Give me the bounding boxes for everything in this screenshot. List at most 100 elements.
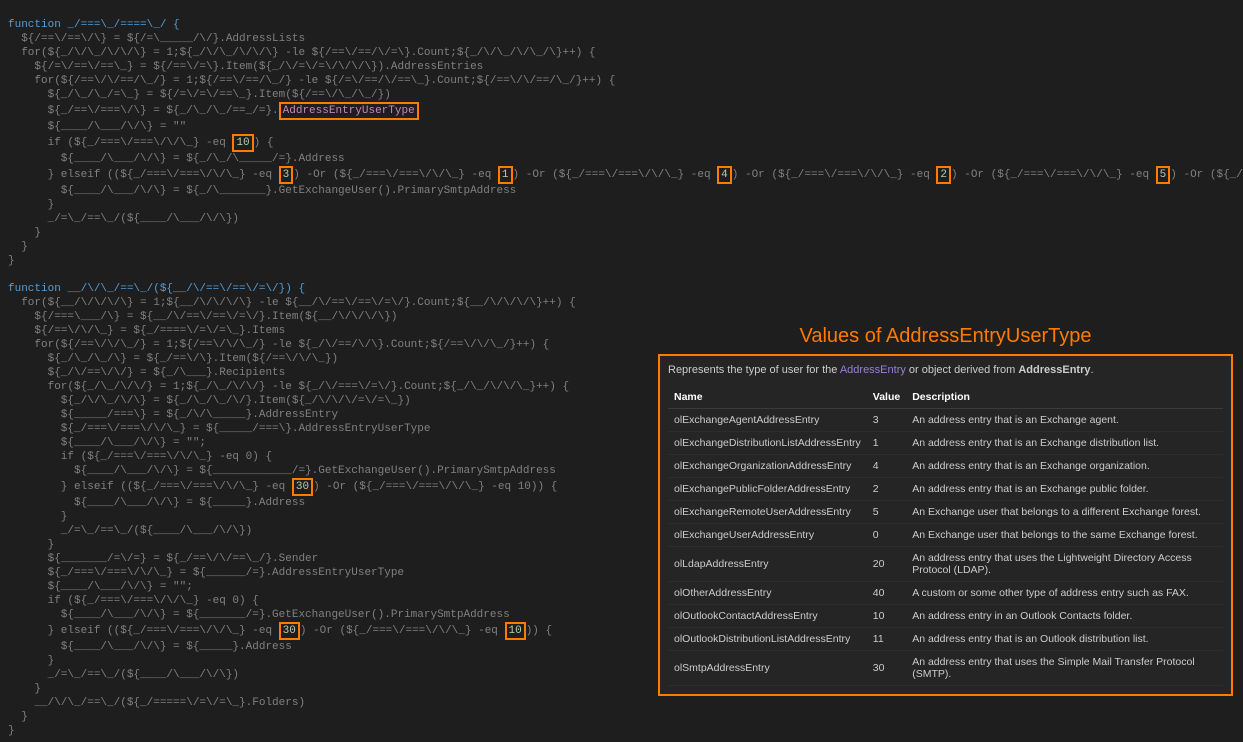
highlight-30: 30: [292, 478, 313, 496]
code-line: }: [8, 255, 15, 267]
code-line: for(${/==\/\/==/\_/} = 1;${/==\/==/\_/} …: [8, 75, 615, 87]
code-line: }: [8, 711, 28, 723]
code-line: for(${_/\/\_/\/\/\} = 1;${_/\/\_/\/\/\} …: [8, 47, 596, 59]
enum-name: olExchangeUserAddressEntry: [668, 524, 867, 547]
code-line: ${____/\___/\/\} = ${_____}.Address: [8, 641, 292, 653]
enum-desc: An Exchange user that belongs to the sam…: [906, 524, 1223, 547]
panel-box: Represents the type of user for the Addr…: [658, 354, 1233, 696]
enum-name: olOutlookContactAddressEntry: [668, 605, 867, 628]
enum-value: 3: [867, 409, 906, 432]
code-line: ${_/\/==\/\/} = ${_/\___}.Recipients: [8, 367, 285, 379]
code-line: __/\/\_/==\_/(${_/=====\/=\/=\_}.Folders…: [8, 697, 305, 709]
table-row: olExchangeOrganizationAddressEntry4An ad…: [668, 455, 1223, 478]
enum-value: 4: [867, 455, 906, 478]
enum-value: 10: [867, 605, 906, 628]
code-line: ${_______/=\/=} = ${_/==\/\/==\_/}.Sende…: [8, 553, 318, 565]
enum-name: olOtherAddressEntry: [668, 582, 867, 605]
code-line: } elseif ((${_/===\/===\/\/\_} -eq 30) -…: [8, 625, 552, 637]
enum-desc: A custom or some other type of address e…: [906, 582, 1223, 605]
code-line: }: [8, 539, 54, 551]
code-line: ${/===\___/\} = ${__/\/==\/==\/=\/}.Item…: [8, 311, 397, 323]
table-row: olSmtpAddressEntry30An address entry tha…: [668, 651, 1223, 686]
highlight-10-b: 10: [505, 622, 526, 640]
code-line: ${____/\___/\/\} = ${_______/=}.GetExcha…: [8, 609, 510, 621]
code-line: ${_/===\/===\/\/\_} = ${_____/===\}.Addr…: [8, 423, 430, 435]
enum-value: 5: [867, 501, 906, 524]
code-line: _/=\_/==\_/(${____/\___/\/\}): [8, 213, 239, 225]
code-line: } elseif ((${_/===\/===\/\/\_} -eq 3) -O…: [8, 169, 1243, 181]
table-row: olExchangePublicFolderAddressEntry2An ad…: [668, 478, 1223, 501]
enum-desc: An address entry that uses the Simple Ma…: [906, 651, 1223, 686]
enum-desc: An address entry that is an Exchange pub…: [906, 478, 1223, 501]
table-row: olExchangeDistributionListAddressEntry1A…: [668, 432, 1223, 455]
enum-value: 20: [867, 547, 906, 582]
enum-desc: An address entry that uses the Lightweig…: [906, 547, 1223, 582]
code-line: }: [8, 511, 67, 523]
enum-table: Name Value Description olExchangeAgentAd…: [668, 386, 1223, 686]
enum-name: olExchangePublicFolderAddressEntry: [668, 478, 867, 501]
code-line: _/=\_/==\_/(${____/\___/\/\}): [8, 525, 252, 537]
highlight-1: 1: [498, 166, 513, 184]
table-row: olOtherAddressEntry40A custom or some ot…: [668, 582, 1223, 605]
code-line: if (${_/===\/===\/\/\_} -eq 0) {: [8, 451, 272, 463]
code-line: ${_/\/\_/\/\} = ${_/\_/\_/\/}.Item(${_/\…: [8, 395, 411, 407]
enum-value: 1: [867, 432, 906, 455]
code-line: ${____/\___/\/\} = ${_/\_/\_____/=}.Addr…: [8, 153, 345, 165]
table-row: olExchangeAgentAddressEntry3An address e…: [668, 409, 1223, 432]
enum-desc: An address entry that is an Outlook dist…: [906, 628, 1223, 651]
enum-name: olExchangeAgentAddressEntry: [668, 409, 867, 432]
code-line: ${____/\___/\/\} = "";: [8, 581, 193, 593]
table-row: olExchangeRemoteUserAddressEntry5An Exch…: [668, 501, 1223, 524]
code-line: }: [8, 227, 41, 239]
enum-name: olExchangeOrganizationAddressEntry: [668, 455, 867, 478]
code-line: }: [8, 655, 54, 667]
code-line: } elseif ((${_/===\/===\/\/\_} -eq 30) -…: [8, 481, 557, 493]
code-line: ${/==\/==\/\} = ${/=\_____/\/}.AddressLi…: [8, 33, 305, 45]
code-line: function _/===\_/====\_/ {: [8, 19, 180, 31]
code-line: ${____/\___/\/\} = "";: [8, 437, 206, 449]
code-line: for(${/==\/\/\_/} = 1;${/==\/\/\_/} -le …: [8, 339, 549, 351]
table-row: olExchangeUserAddressEntry0An Exchange u…: [668, 524, 1223, 547]
enum-value: 40: [867, 582, 906, 605]
highlight-3: 3: [279, 166, 294, 184]
code-line: function __/\/\_/==\_/(${__/\/==\/==\/=\…: [8, 283, 305, 295]
code-line: for(${_/\_/\/\/} = 1;${_/\_/\/\/} -le ${…: [8, 381, 569, 393]
enum-value: 0: [867, 524, 906, 547]
code-line: ${_/\_/\_/=\_} = ${/=\/=\/==\_}.Item(${/…: [8, 89, 391, 101]
code-line: }: [8, 199, 54, 211]
code-line: }: [8, 725, 15, 737]
highlight-30-b: 30: [279, 622, 300, 640]
table-row: olLdapAddressEntry20An address entry tha…: [668, 547, 1223, 582]
enum-value: 11: [867, 628, 906, 651]
enum-desc: An address entry that is an Exchange age…: [906, 409, 1223, 432]
code-line: ${____/\___/\/\} = ${_/\_______}.GetExch…: [8, 185, 516, 197]
highlight-4: 4: [717, 166, 732, 184]
enum-desc: An Exchange user that belongs to a diffe…: [906, 501, 1223, 524]
enum-value: 2: [867, 478, 906, 501]
code-line: }: [8, 683, 41, 695]
th-value: Value: [867, 386, 906, 409]
code-line: ${_____/===\} = ${_/\/\_____}.AddressEnt…: [8, 409, 338, 421]
th-desc: Description: [906, 386, 1223, 409]
code-line: ${/==\/\/\_} = ${_/====\/=\/=\_}.Items: [8, 325, 285, 337]
addressentry-link[interactable]: AddressEntry: [840, 364, 906, 376]
code-line: _/=\_/==\_/(${____/\___/\/\}): [8, 669, 239, 681]
enum-name: olExchangeRemoteUserAddressEntry: [668, 501, 867, 524]
code-line: ${_/==\/===\/\} = ${_/\_/\_/==_/=}.Addre…: [8, 105, 419, 117]
panel-description: Represents the type of user for the Addr…: [668, 364, 1223, 376]
code-line: ${/=\/==\/==\_} = ${/==\/=\}.Item(${_/\/…: [8, 61, 483, 73]
code-line: }: [8, 241, 28, 253]
enum-value: 30: [867, 651, 906, 686]
enum-name: olExchangeDistributionListAddressEntry: [668, 432, 867, 455]
enum-name: olSmtpAddressEntry: [668, 651, 867, 686]
enum-desc: An address entry that is an Exchange dis…: [906, 432, 1223, 455]
highlight-10: 10: [232, 134, 253, 152]
highlight-addressentryusertype: AddressEntryUserType: [279, 102, 419, 120]
enum-desc: An address entry in an Outlook Contacts …: [906, 605, 1223, 628]
table-row: olOutlookDistributionListAddressEntry11A…: [668, 628, 1223, 651]
code-line: ${____/\___/\/\} = ${_____}.Address: [8, 497, 305, 509]
highlight-2: 2: [936, 166, 951, 184]
code-line: ${____/\___/\/\} = ${____________/=}.Get…: [8, 465, 556, 477]
code-line: ${_/===\/===\/\/\_} = ${______/=}.Addres…: [8, 567, 404, 579]
th-name: Name: [668, 386, 867, 409]
